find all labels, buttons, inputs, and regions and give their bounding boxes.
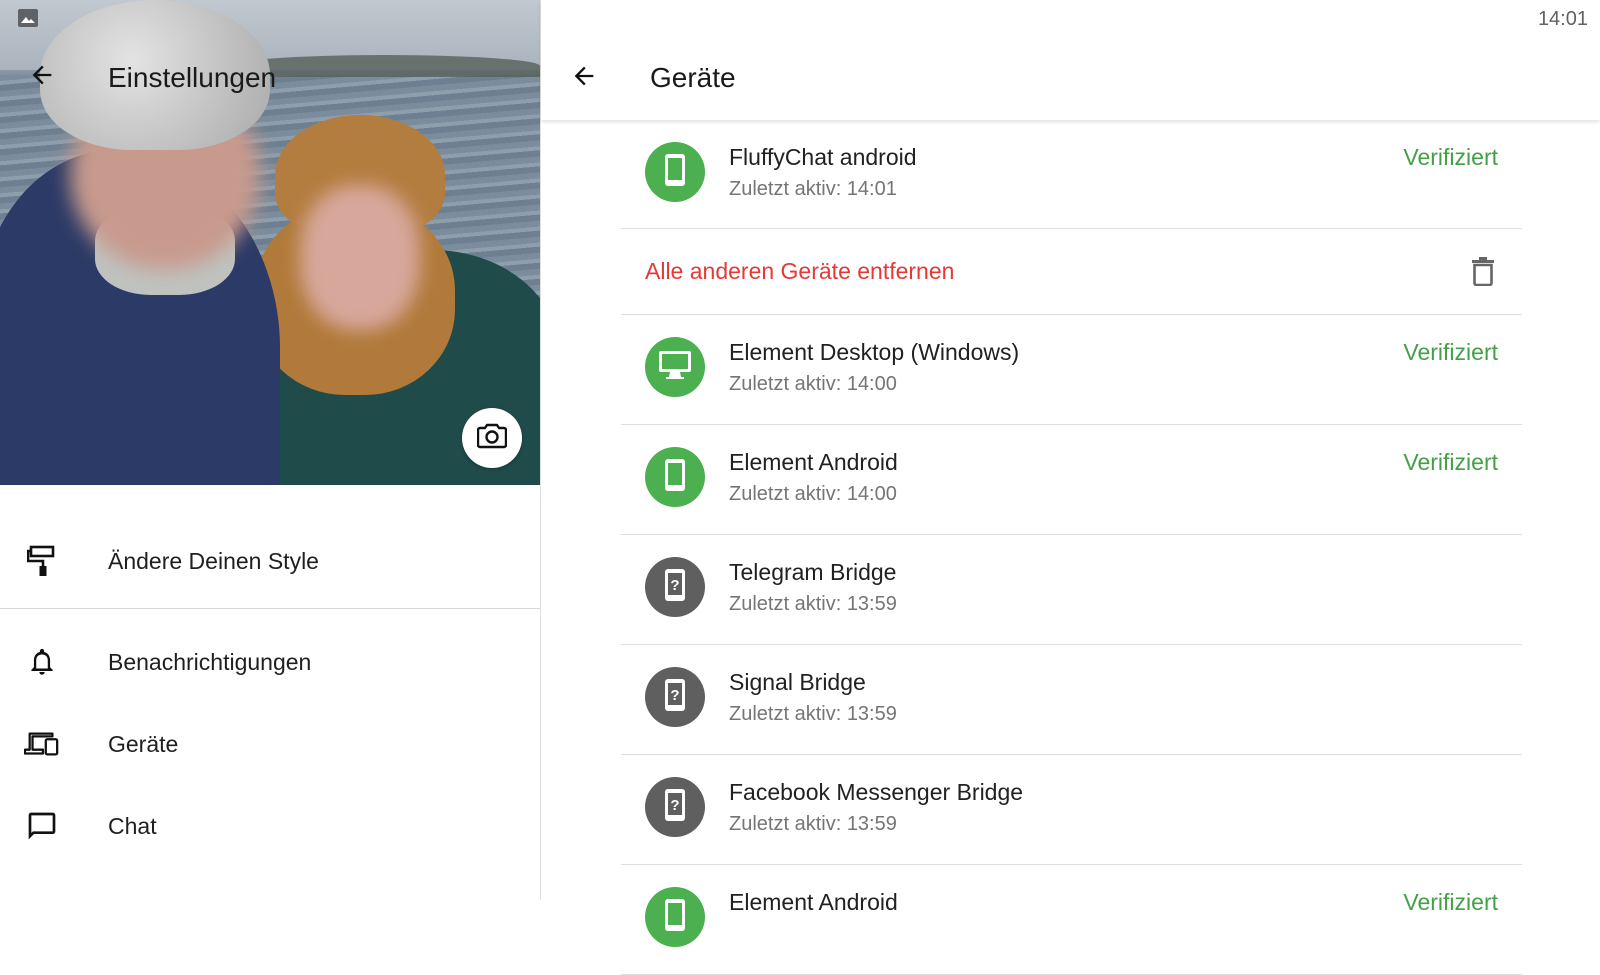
device-name: Facebook Messenger Bridge [729,779,1024,805]
device-row-current[interactable]: FluffyChat android Zuletzt aktiv: 14:01 … [621,120,1522,229]
phone-icon [663,898,687,937]
device-avatar [645,337,705,397]
devices-back-button[interactable] [560,54,608,102]
device-avatar [645,887,705,947]
chat-bubble-icon [24,808,60,844]
device-last-active: Zuletzt aktiv: 14:00 [729,483,897,505]
menu-item-notifications[interactable]: Benachrichtigungen [0,621,540,703]
svg-text:?: ? [670,687,679,704]
paint-roller-icon [24,543,60,579]
change-avatar-button[interactable] [462,408,522,468]
remove-other-devices-button[interactable]: Alle anderen Geräte entfernen [621,229,1522,315]
device-avatar: ? [645,777,705,837]
device-last-active: Zuletzt aktiv: 14:01 [729,178,897,200]
menu-divider [0,608,540,609]
menu-item-chat[interactable]: Chat [0,785,540,867]
device-name: Element Desktop (Windows) [729,339,1020,365]
devices-pane: Geräte FluffyChat android Zuletzt aktiv:… [541,0,1600,975]
settings-title: Einstellungen [108,62,277,93]
arrow-back-icon [570,62,598,95]
trash-icon[interactable] [1468,255,1498,287]
device-row[interactable]: ? Telegram Bridge Zuletzt aktiv: 13:59 [621,535,1522,645]
phone-icon [663,153,687,192]
device-last-active: Zuletzt aktiv: 14:00 [729,373,897,395]
verified-badge: Verifiziert [1403,144,1498,170]
verified-badge: Verifiziert [1403,449,1498,475]
device-avatar: ? [645,667,705,727]
svg-text:?: ? [670,577,679,594]
svg-text:?: ? [670,797,679,814]
device-row[interactable]: Element Desktop (Windows) Zuletzt aktiv:… [621,315,1522,425]
device-name: Signal Bridge [729,669,866,695]
settings-menu: Ändere Deinen Style Benachrichtigungen G… [0,485,540,867]
camera-icon [476,423,508,454]
device-name: Element Android [729,449,898,475]
device-avatar: ? [645,557,705,617]
unknown-device-icon: ? [663,678,687,717]
phone-icon [663,458,687,497]
remove-other-devices-label: Alle anderen Geräte entfernen [645,258,955,284]
menu-item-label: Benachrichtigungen [108,648,312,675]
arrow-back-icon [28,61,56,94]
device-avatar [645,447,705,507]
device-row[interactable]: ? Signal Bridge Zuletzt aktiv: 13:59 [621,645,1522,755]
devices-title: Geräte [650,62,736,93]
device-row[interactable]: Element Android Zuletzt aktiv: 14:00 Ver… [621,425,1522,535]
device-avatar [645,142,705,202]
settings-pane: Einstellungen Ändere Deinen Style Benach… [0,0,541,900]
device-list: FluffyChat android Zuletzt aktiv: 14:01 … [621,120,1522,975]
devices-icon [24,726,60,762]
desktop-icon [658,350,692,385]
menu-item-label: Ändere Deinen Style [108,547,319,574]
verified-badge: Verifiziert [1403,889,1498,915]
menu-item-devices[interactable]: Geräte [0,703,540,785]
unknown-device-icon: ? [663,788,687,827]
unknown-device-icon: ? [663,568,687,607]
device-last-active: Zuletzt aktiv: 13:59 [729,593,897,615]
menu-item-label: Chat [108,812,157,839]
device-row[interactable]: Element Android Verifiziert [621,865,1522,975]
settings-back-button[interactable] [18,53,66,101]
device-name: Element Android [729,889,898,915]
menu-item-label: Geräte [108,730,179,757]
device-last-active: Zuletzt aktiv: 13:59 [729,703,897,725]
bell-icon [24,644,60,680]
device-name: Telegram Bridge [729,559,897,585]
verified-badge: Verifiziert [1403,339,1498,365]
device-last-active: Zuletzt aktiv: 13:59 [729,813,897,835]
device-row[interactable]: ? Facebook Messenger Bridge Zuletzt akti… [621,755,1522,865]
menu-item-style[interactable]: Ändere Deinen Style [0,520,540,602]
settings-app-bar: Einstellungen [0,36,540,122]
devices-app-bar: Geräte [541,0,1600,120]
device-name: FluffyChat android [729,144,917,170]
